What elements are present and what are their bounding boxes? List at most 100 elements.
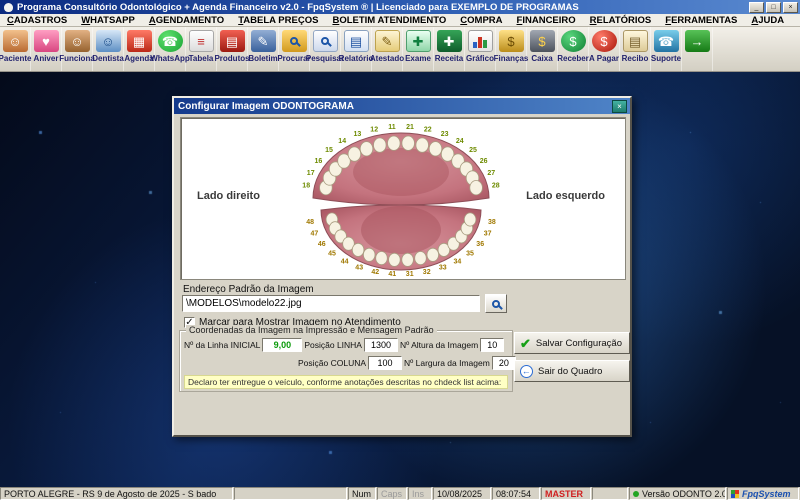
toolbar-button-paciente[interactable]: ☺ Paciente [0,27,31,71]
save-button-label: Salvar Configuração [536,338,622,349]
linha-inicial-label: Nº da Linha INICIAL [184,340,260,350]
toolbar-label: WhatsApp [150,54,190,63]
tooth-number-35: 35 [466,251,474,258]
toolbar-button-produtos[interactable]: ▤ Produtos [217,27,248,71]
save-configuration-button[interactable]: ✔ Salvar Configuração [514,332,630,354]
products-icon: ▤ [220,30,245,52]
tooth-number-42: 42 [371,269,379,276]
menu-boletim-atendimento[interactable]: BOLETIM ATENDIMENTO [325,15,453,26]
toolbar-button-financas[interactable]: $ Finanças [496,27,527,71]
posicao-coluna-input[interactable] [368,356,402,370]
toolbar-button-aniver[interactable]: ♥ Aniver [31,27,62,71]
toolbar-label: Dentista [92,54,124,63]
menu-cadastros[interactable]: CADASTROS [0,15,74,26]
close-button[interactable]: × [783,2,798,13]
price-table-icon: ≡ [189,30,214,52]
menu-financeiro[interactable]: FINANCEIRO [510,15,583,26]
status-bar: PORTO ALEGRE - RS 9 de Agosto de 2025 - … [0,487,800,500]
tooth-number-36: 36 [476,241,484,248]
prescription-icon: ✚ [437,30,462,52]
minimize-button[interactable]: _ [749,2,764,13]
status-version: Versão ODONTO 2.0 [629,487,726,500]
dentist-icon: ☺ [96,30,121,52]
tooth-43 [363,248,375,261]
toolbar-button-whatsapp[interactable]: ☎ WhatsApp [155,27,186,71]
toolbar-button-funciona[interactable]: ☺ Funciona [62,27,93,71]
image-path-input[interactable] [182,295,480,312]
background-stars [0,72,1,73]
posicao-linha-label: Posição LINHA [304,340,362,350]
left-side-label: Lado esquerdo [526,190,605,202]
toolbar-button-receber[interactable]: $ Receber [558,27,589,71]
tooth-44 [352,243,364,256]
toolbar-button-suporte[interactable]: ☎ Suporte [651,27,682,71]
toolbar-button-procurar[interactable]: Procurar [279,27,310,71]
menu-compra[interactable]: COMPRA [453,15,509,26]
exit-dialog-button[interactable]: → Sair do Quadro [514,360,630,382]
dialog-title: Configurar Imagem ODONTOGRAMA [178,101,354,112]
toolbar-button-atestado[interactable]: ✎ Atestado [372,27,403,71]
tooth-28 [470,181,483,195]
altura-label: Nº Altura da Imagem [400,340,478,350]
toolbar-button-exame[interactable]: ✚ Exame [403,27,434,71]
coordinates-row-2: Posição COLUNA Nº Largura da Imagem [298,356,516,370]
fpqsystem-logo-icon [731,490,739,498]
tooth-33 [427,248,439,261]
tooth-41 [389,253,401,266]
configure-image-dialog: Configurar Imagem ODONTOGRAMA × 18171615… [172,96,632,437]
support-icon: ☎ [654,30,679,52]
toolbar-button-relatorio[interactable]: ▤ Relatório [341,27,372,71]
dialog-close-button[interactable]: × [612,100,627,113]
toolbar-button-grafico[interactable]: Gráfico [465,27,496,71]
altura-input[interactable] [480,338,504,352]
largura-input[interactable] [492,356,516,370]
status-num: Num [348,487,376,500]
check-icon: ✔ [520,337,531,350]
dialog-titlebar: Configurar Imagem ODONTOGRAMA [174,98,630,114]
menu-tabela-precos[interactable]: TABELA PREÇOS [231,15,325,26]
desktop-background: Configurar Imagem ODONTOGRAMA × 18171615… [0,72,800,487]
toolbar-button-pesquisar[interactable]: Pesquisar [310,27,341,71]
maximize-button[interactable]: □ [766,2,781,13]
linha-inicial-input[interactable] [262,338,302,352]
posicao-linha-input[interactable] [364,338,398,352]
toolbar-label: Receita [435,54,463,63]
status-date: 10/08/2025 [433,487,491,500]
brand-text: FpqSystem [742,489,791,499]
browse-image-button[interactable] [485,294,507,313]
finance-icon: $ [499,30,524,52]
coordinates-group-title: Coordenadas da Imagem na Impressão e Men… [186,325,437,335]
largura-label: Nº Largura da Imagem [404,358,490,368]
back-arrow-icon: → [520,365,533,378]
magnifier-icon [492,300,500,308]
toolbar-label: Receber [557,54,589,63]
toolbar-button-tabela[interactable]: ≡ Tabela [186,27,217,71]
menu-whatsapp[interactable]: WHATSAPP [74,15,142,26]
toolbar-label: Suporte [651,54,681,63]
toolbar-button-recibo[interactable]: ▤ Recibo [620,27,651,71]
tooth-number-27: 27 [487,170,495,177]
toolbar-label: Produtos [214,54,249,63]
toolbar-button-dentista[interactable]: ☺ Dentista [93,27,124,71]
certificate-icon: ✎ [375,30,400,52]
toolbar-button-receita[interactable]: ✚ Receita [434,27,465,71]
toolbar-button-boletim[interactable]: ✎ Boletim [248,27,279,71]
toolbar-button-caixa[interactable]: $ Caixa [527,27,558,71]
toolbar-button-agenda[interactable]: ▦ Agenda [124,27,155,71]
version-text: Versão ODONTO 2.0 [642,489,726,499]
menu-agendamento[interactable]: AGENDAMENTO [142,15,231,26]
tooth-number-11: 11 [388,124,396,131]
tooth-number-37: 37 [484,231,492,238]
tooth-38 [464,213,476,226]
menu-relatorios[interactable]: RELATÓRIOS [583,15,659,26]
menu-ferramentas[interactable]: FERRAMENTAS [658,15,744,26]
toolbar-button-sair[interactable]: → [682,27,713,71]
toolbar-button-apagar[interactable]: $ A Pagar [589,27,620,71]
coordinates-groupbox: Coordenadas da Imagem na Impressão e Men… [179,330,513,392]
posicao-coluna-label: Posição COLUNA [298,358,366,368]
toolbar-label: A Pagar [589,54,619,63]
version-dot-icon [633,491,639,497]
menu-ajuda[interactable]: AJUDA [744,15,791,26]
exit-button-label: Sair do Quadro [538,366,602,377]
tooth-number-33: 33 [439,265,447,272]
